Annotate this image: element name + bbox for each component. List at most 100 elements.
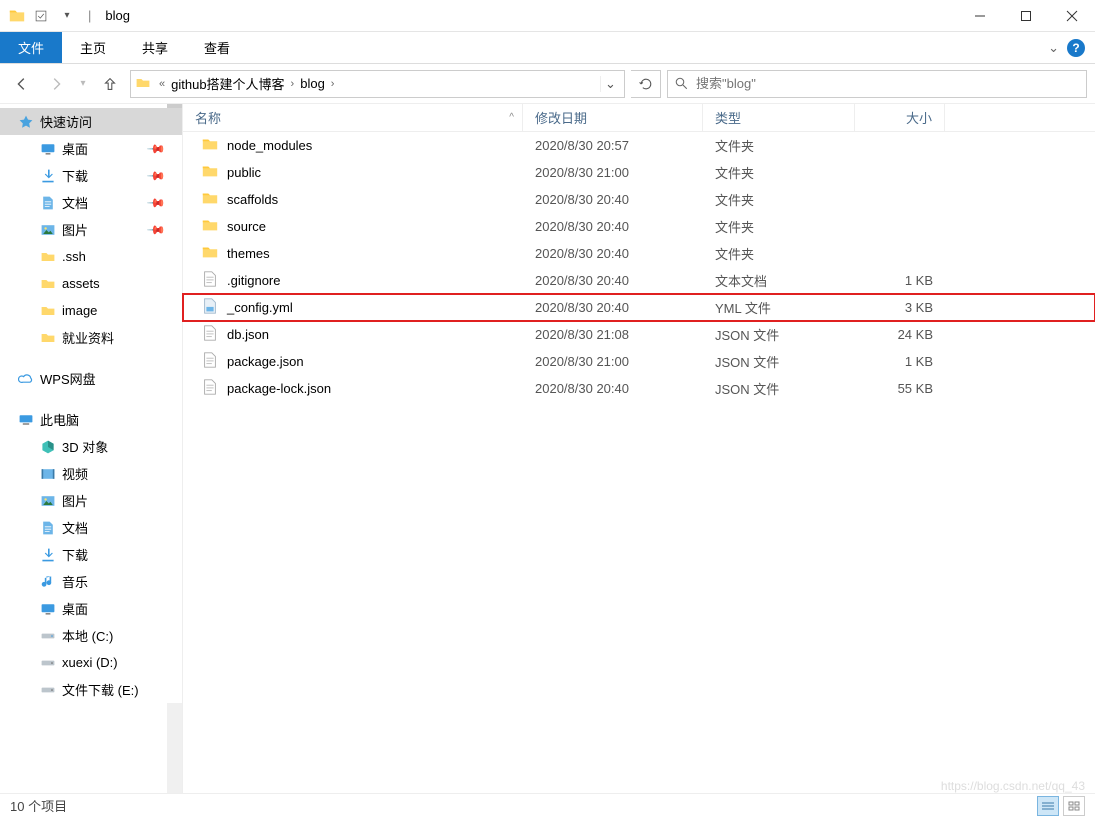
- help-icon[interactable]: ?: [1067, 39, 1085, 57]
- sidebar-item-assets[interactable]: assets: [0, 270, 182, 297]
- file-size: 1 KB: [855, 273, 945, 288]
- sidebar-item-label: assets: [62, 276, 100, 291]
- ribbon-tab-home[interactable]: 主页: [62, 32, 124, 63]
- up-button[interactable]: [96, 70, 124, 98]
- file-list-area: 名称 ^ 修改日期 类型 大小 node_modules2020/8/30 20…: [183, 104, 1095, 794]
- file-row[interactable]: db.json2020/8/30 21:08JSON 文件24 KB: [183, 321, 1095, 348]
- file-size: 3 KB: [855, 300, 945, 315]
- file-row[interactable]: source 2020/8/30 20:40文件夹: [183, 213, 1095, 240]
- chevron-right-icon[interactable]: ›: [327, 78, 339, 90]
- sidebar-item-pictures2[interactable]: 图片: [0, 487, 182, 514]
- sidebar-item-label: 图片: [62, 491, 88, 510]
- file-size: 24 KB: [855, 327, 945, 342]
- content-area: 快速访问 桌面 📌 下载 📌 文档 📌 图片 📌 .ssh asse: [0, 104, 1095, 794]
- sidebar-item-label: 下载: [62, 545, 88, 564]
- file-row[interactable]: .gitignore2020/8/30 20:40文本文档1 KB: [183, 267, 1095, 294]
- ribbon-collapse-icon[interactable]: ⌄: [1048, 40, 1059, 56]
- file-name: source: [227, 219, 266, 234]
- file-row[interactable]: package.json2020/8/30 21:00JSON 文件1 KB: [183, 348, 1095, 375]
- sidebar-item-localc[interactable]: 本地 (C:): [0, 622, 182, 649]
- file-list: node_modules2020/8/30 20:57文件夹public2020…: [183, 132, 1095, 402]
- file-type: 文件夹: [703, 217, 855, 236]
- column-header-size[interactable]: 大小: [855, 104, 945, 131]
- sidebar-item-downloads2[interactable]: 下载: [0, 541, 182, 568]
- maximize-button[interactable]: [1003, 0, 1049, 32]
- sidebar-item-videos[interactable]: 视频: [0, 460, 182, 487]
- view-details-button[interactable]: [1037, 796, 1059, 816]
- sidebar-item-wps[interactable]: WPS网盘: [0, 365, 182, 392]
- sidebar-item-jobmats[interactable]: 就业资料: [0, 324, 182, 351]
- file-name: _config.yml: [227, 300, 293, 315]
- sidebar-item-quickaccess[interactable]: 快速访问: [0, 108, 182, 135]
- file-type: 文件夹: [703, 244, 855, 263]
- file-row[interactable]: themes2020/8/30 20:40文件夹: [183, 240, 1095, 267]
- file-type: YML 文件: [703, 298, 855, 317]
- column-header-name[interactable]: 名称 ^: [183, 104, 523, 131]
- navbar: ▾ « github搭建个人博客 › blog › ⌄: [0, 64, 1095, 104]
- view-thumbnails-button[interactable]: [1063, 796, 1085, 816]
- column-header-type[interactable]: 类型: [703, 104, 855, 131]
- file-date: 2020/8/30 21:00: [523, 354, 703, 369]
- desktop-icon: [40, 601, 56, 617]
- file-row[interactable]: node_modules2020/8/30 20:57文件夹: [183, 132, 1095, 159]
- file-row[interactable]: _config.yml2020/8/30 20:40YML 文件3 KB: [183, 294, 1095, 321]
- breadcrumb-root-chevron[interactable]: «: [155, 78, 169, 90]
- sidebar-item-3d[interactable]: 3D 对象: [0, 433, 182, 460]
- video-icon: [40, 466, 56, 482]
- forward-button[interactable]: [42, 70, 70, 98]
- breadcrumb-part[interactable]: github搭建个人博客: [169, 74, 286, 93]
- file-date: 2020/8/30 20:40: [523, 219, 703, 234]
- desktop-icon: [40, 141, 56, 157]
- document-icon: [40, 195, 56, 211]
- file-date: 2020/8/30 21:08: [523, 327, 703, 342]
- sidebar-item-downloads[interactable]: 下载 📌: [0, 162, 182, 189]
- breadcrumb-dropdown[interactable]: ⌄: [600, 76, 620, 92]
- qat-dropdown[interactable]: ▾: [56, 5, 78, 27]
- file-row[interactable]: scaffolds2020/8/30 20:40文件夹: [183, 186, 1095, 213]
- sidebar-item-downloade[interactable]: 文件下载 (E:): [0, 676, 182, 703]
- quick-access-toolbar: ▾ | blog: [8, 5, 130, 27]
- file-date: 2020/8/30 20:40: [523, 273, 703, 288]
- column-label: 名称: [195, 108, 221, 127]
- file-row[interactable]: package-lock.json2020/8/30 20:40JSON 文件5…: [183, 375, 1095, 402]
- chevron-right-icon[interactable]: ›: [287, 78, 299, 90]
- ribbon-tab-file[interactable]: 文件: [0, 32, 62, 63]
- sidebar-item-label: 视频: [62, 464, 88, 483]
- sidebar-item-xuexid[interactable]: xuexi (D:): [0, 649, 182, 676]
- breadcrumb[interactable]: « github搭建个人博客 › blog › ⌄: [130, 70, 625, 98]
- sidebar-item-pictures[interactable]: 图片 📌: [0, 216, 182, 243]
- column-label: 类型: [715, 108, 741, 127]
- watermark: https://blog.csdn.net/qq_43: [941, 779, 1085, 793]
- sidebar-item-documents[interactable]: 文档 📌: [0, 189, 182, 216]
- folder-icon: [40, 249, 56, 265]
- sidebar-item-ssh[interactable]: .ssh: [0, 243, 182, 270]
- back-button[interactable]: [8, 70, 36, 98]
- folder-icon: [135, 75, 153, 93]
- sidebar-item-music[interactable]: 音乐: [0, 568, 182, 595]
- file-type: 文本文档: [703, 271, 855, 290]
- minimize-button[interactable]: [957, 0, 1003, 32]
- sidebar-item-label: xuexi (D:): [62, 655, 118, 670]
- sidebar-item-documents2[interactable]: 文档: [0, 514, 182, 541]
- recent-dropdown[interactable]: ▾: [76, 70, 90, 98]
- breadcrumb-part[interactable]: blog: [298, 76, 327, 91]
- sidebar-item-desktop[interactable]: 桌面 📌: [0, 135, 182, 162]
- ribbon-tab-view[interactable]: 查看: [186, 32, 248, 63]
- file-row[interactable]: public2020/8/30 21:00文件夹: [183, 159, 1095, 186]
- sidebar-item-image[interactable]: image: [0, 297, 182, 324]
- close-button[interactable]: [1049, 0, 1095, 32]
- search-box[interactable]: [667, 70, 1087, 98]
- sidebar-item-label: .ssh: [62, 249, 86, 264]
- ribbon-tab-share[interactable]: 共享: [124, 32, 186, 63]
- column-header-date[interactable]: 修改日期: [523, 104, 703, 131]
- sidebar-item-thispc[interactable]: 此电脑: [0, 406, 182, 433]
- file-name: package.json: [227, 354, 304, 369]
- sidebar-item-desktop2[interactable]: 桌面: [0, 595, 182, 622]
- qat-item[interactable]: [30, 5, 52, 27]
- file-size: 1 KB: [855, 354, 945, 369]
- search-input[interactable]: [696, 76, 1080, 91]
- ribbon: 文件 主页 共享 查看 ⌄ ?: [0, 32, 1095, 64]
- window-title: blog: [105, 8, 130, 23]
- refresh-button[interactable]: [631, 70, 661, 98]
- sidebar-item-label: WPS网盘: [40, 369, 96, 388]
